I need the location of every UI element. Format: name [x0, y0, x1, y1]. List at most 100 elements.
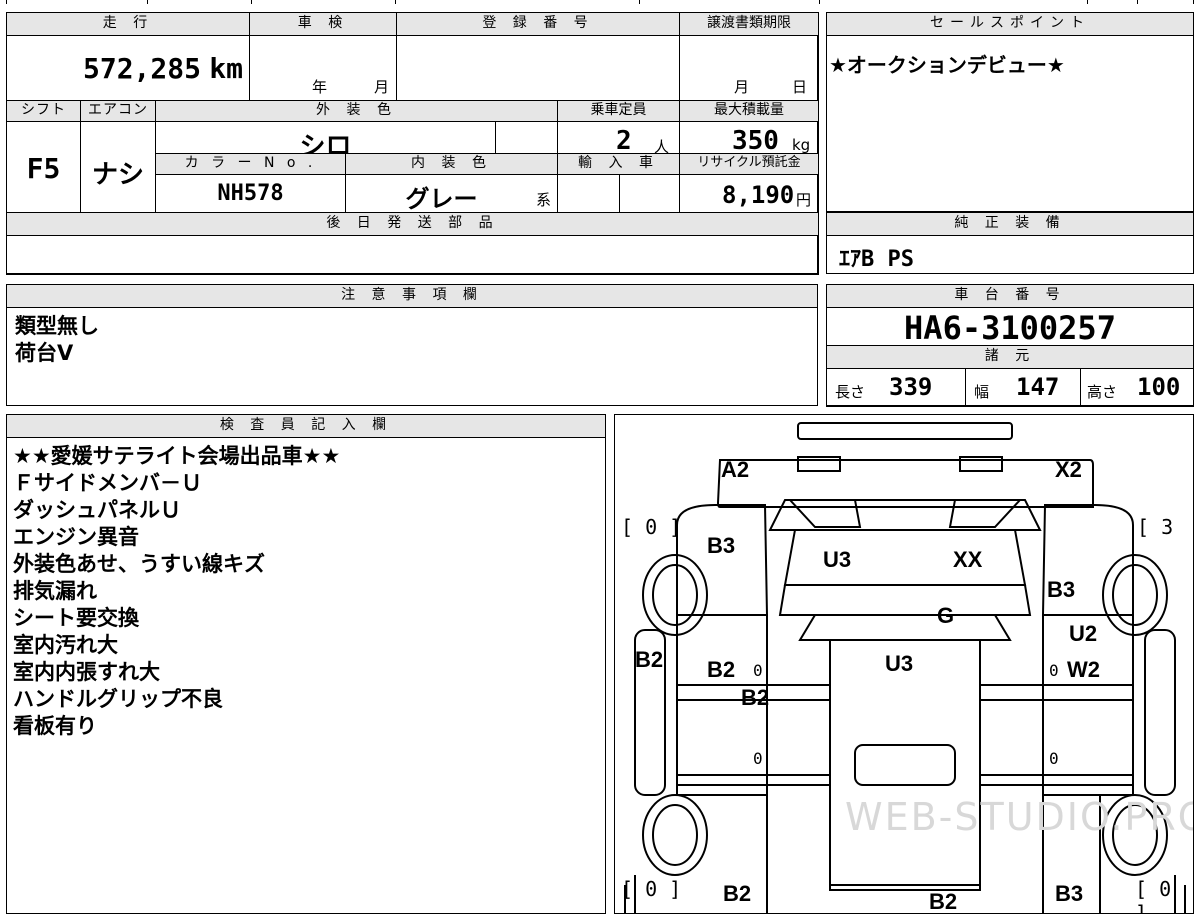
import-cell-b [619, 174, 680, 213]
sales-point-value: ★オークションデビュー★ [829, 53, 1065, 77]
right-side-shape [1144, 629, 1176, 796]
tire-front-left-mark: [ 0 ] [621, 515, 682, 539]
max-load-unit: kg [792, 136, 811, 154]
genuine-equipment-header: 純 正 装 備 [826, 212, 1194, 236]
color-no-cell: NH578 [155, 174, 346, 213]
mark-g-windshield: G [937, 603, 955, 628]
transfer-month-unit: 月 [734, 78, 750, 96]
mark-x2: X2 [1055, 457, 1082, 482]
mark-b2-rear-left: B2 [723, 881, 752, 906]
chassis-header: 車 台 番 号 [826, 284, 1194, 308]
spec-width-cell: 幅 147 [965, 368, 1081, 407]
chassis-value: HA6-3100257 [904, 309, 1116, 347]
mileage-unit: km [209, 52, 243, 85]
exterior-color-header: 外 装 色 [155, 100, 558, 122]
later-parts-cell [6, 235, 819, 275]
aircon-header: エアコン [80, 100, 156, 122]
mileage-value: 572,285 [82, 52, 201, 85]
spec-length-value: 339 [889, 373, 933, 401]
spec-height-cell: 高さ 100 [1080, 368, 1194, 407]
mark-u2-door: U2 [1069, 621, 1098, 646]
mark-zero-right-2: 0 [1049, 749, 1059, 768]
shaken-month-unit: 月 [374, 78, 390, 96]
genuine-equipment-value: ｴｱB PS [839, 247, 914, 272]
import-header: 輸 入 車 [557, 153, 680, 175]
mileage-header: 走 行 [6, 12, 250, 36]
spec-length-label: 長さ [835, 383, 866, 401]
transfer-deadline-header: 譲渡書類期限 [679, 12, 819, 36]
inspector-line: ダッシュパネルＵ [13, 498, 181, 522]
interior-color-value: グレー [405, 185, 478, 213]
windshield-shape [798, 614, 1012, 641]
mark-zero-left-2: 0 [753, 749, 763, 768]
vehicle-info-table: 走 行 車 検 登 録 番 号 譲渡書類期限 572,285 km 年 月 月 … [6, 12, 819, 275]
spec-height-value: 100 [1137, 373, 1181, 401]
mark-xx-hood: XX [953, 547, 983, 572]
max-load-header: 最大積載量 [679, 100, 819, 122]
genuine-equipment-box: 純 正 装 備 ｴｱB PS [826, 212, 1194, 274]
inspector-line: 室内内張すれ大 [13, 660, 160, 684]
recycle-value: 8,190 [722, 181, 795, 209]
mark-a2: A2 [721, 457, 750, 482]
mark-b2-rear-center: B2 [929, 889, 958, 914]
chassis-box: 車 台 番 号 HA6-3100257 諸 元 長さ 339 幅 147 高さ … [826, 284, 1194, 407]
inspector-header: 検 査 員 記 入 欄 [6, 414, 606, 438]
mark-w2-door: W2 [1067, 657, 1100, 682]
color-no-value: NH578 [217, 181, 284, 206]
inspector-box: 検 査 員 記 入 欄 ★★愛媛サテライト会場出品車★★ Ｆサイドメンバ－Ｕ ダ… [6, 414, 606, 914]
hood-shape [783, 529, 1027, 586]
spec-height-label: 高さ [1087, 383, 1118, 401]
caution-header: 注 意 事 項 欄 [6, 284, 818, 308]
recycle-header: リサイクル預託金 [679, 153, 819, 175]
aircon-value: ナシ [91, 160, 144, 190]
mark-b3-front-left: B3 [707, 533, 736, 558]
shaken-cell: 年 月 [249, 35, 397, 101]
mark-zero-left-1: 0 [753, 661, 763, 680]
max-load-value: 350 [732, 126, 779, 156]
rear-window-shape [854, 744, 956, 786]
mark-u3-roof: U3 [885, 651, 914, 676]
mark-b3-front-right: B3 [1047, 577, 1076, 602]
sales-point-header: セールスポイント [826, 12, 1194, 36]
caution-line: 荷台V [15, 341, 74, 365]
import-cell-a [557, 174, 620, 213]
recycle-cell: 8,190 円 [679, 174, 819, 213]
shift-cell: F5 [6, 121, 81, 213]
spec-width-label: 幅 [974, 383, 990, 401]
specs-header: 諸 元 [826, 345, 1194, 369]
mark-u3-hood: U3 [823, 547, 852, 572]
registration-header: 登 録 番 号 [396, 12, 680, 36]
caution-box: 注 意 事 項 欄 類型無し 荷台V [6, 284, 818, 406]
interior-color-header: 内 装 色 [345, 153, 558, 175]
spec-width-value: 147 [1016, 373, 1060, 401]
top-crop-row [6, 0, 1194, 4]
transfer-deadline-cell: 月 日 [679, 35, 819, 101]
front-bumper-shape [797, 422, 1013, 440]
transfer-day-unit: 日 [792, 78, 808, 96]
diagram-watermark: WEB-STUDIO.PRO [845, 795, 1194, 839]
tire-front-right-mark: [ 3 [1137, 515, 1174, 539]
inspector-line: 外装色あせ、うすい線キズ [13, 552, 265, 576]
later-parts-header: 後 日 発 送 部 品 [6, 212, 819, 236]
recycle-unit: 円 [796, 191, 812, 209]
mark-b2-side-left: B2 [635, 647, 664, 672]
cowl-shape [768, 499, 1042, 531]
sales-point-box: セールスポイント ★オークションデビュー★ [826, 12, 1194, 212]
caution-line: 類型無し [15, 314, 99, 338]
interior-color-cell: グレー 系 [345, 174, 558, 213]
mileage-cell: 572,285 km [6, 35, 250, 101]
inspector-line: ハンドルグリップ不良 [13, 687, 223, 711]
mark-b2-door-left-2: B2 [741, 685, 770, 710]
shaken-header: 車 検 [249, 12, 397, 36]
shift-value: F5 [26, 152, 61, 185]
inspector-line: 排気漏れ [13, 579, 97, 603]
tire-rear-left-mark: [ 0 ] [621, 877, 682, 901]
inspector-line: Ｆサイドメンバ－Ｕ [13, 471, 202, 495]
mark-b3-rear-right: B3 [1055, 881, 1084, 906]
inspector-line: エンジン異音 [13, 525, 139, 549]
mark-b2-door-left: B2 [707, 657, 736, 682]
interior-color-suffix: 系 [535, 191, 551, 209]
roof-shape [829, 639, 981, 891]
inspector-line: シート要交換 [13, 606, 139, 630]
mark-zero-right-1: 0 [1049, 661, 1059, 680]
